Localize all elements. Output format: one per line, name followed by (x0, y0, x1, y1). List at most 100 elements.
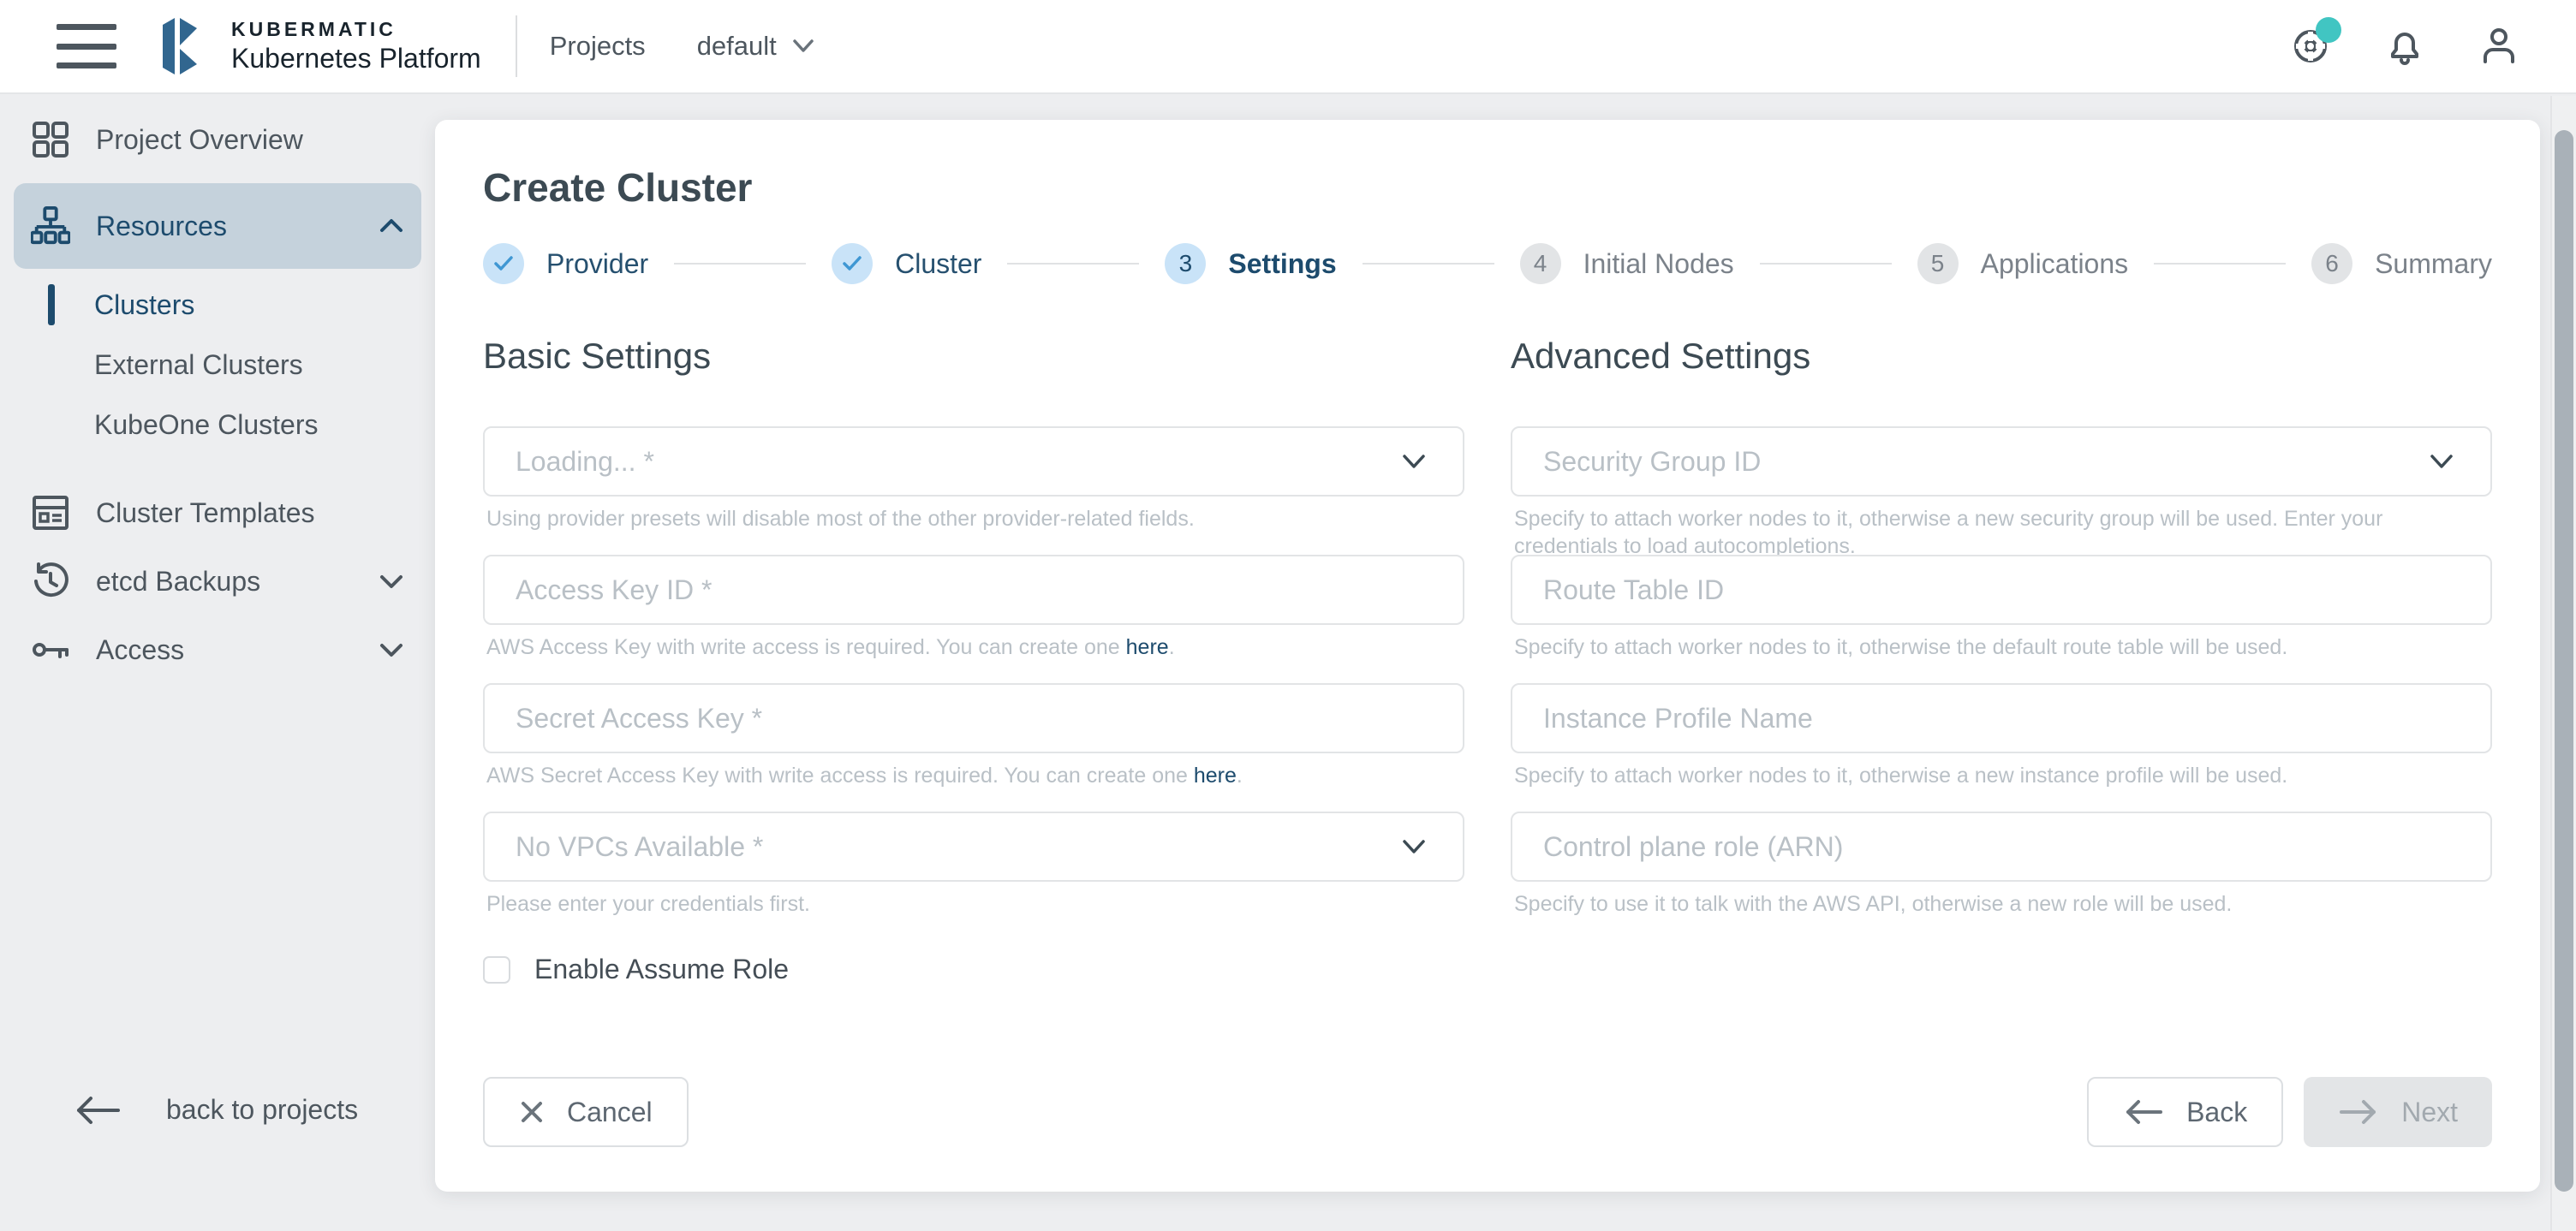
close-icon (519, 1099, 545, 1125)
brand-line-1: KUBERMATIC (231, 19, 481, 40)
kubermatic-logo (156, 15, 209, 78)
step-number-bubble: 3 (1165, 243, 1206, 284)
sidebar-item-external-clusters[interactable]: External Clusters (0, 341, 435, 389)
instance-profile-name-field[interactable] (1511, 683, 2492, 753)
chevron-down-icon (2429, 453, 2454, 470)
back-button[interactable]: Back (2087, 1077, 2283, 1147)
step-cluster[interactable]: Cluster (832, 243, 981, 284)
advanced-settings-column: Specify to attach worker nodes to it, ot… (1511, 426, 2492, 985)
sidebar-item-cluster-templates[interactable]: Cluster Templates (14, 488, 421, 538)
step-number-bubble: 6 (2311, 243, 2352, 284)
sidebar-item-resources[interactable]: Resources (14, 183, 421, 269)
chevron-down-icon (1401, 453, 1427, 470)
sidebar-item-label: Project Overview (96, 124, 303, 156)
arrow-left-icon (74, 1095, 122, 1126)
next-button[interactable]: Next (2304, 1077, 2492, 1147)
access-key-id-field[interactable] (483, 555, 1464, 625)
step-applications[interactable]: 5 Applications (1917, 243, 2129, 284)
scrollbar-thumb[interactable] (2555, 130, 2573, 1192)
step-label: Summary (2375, 248, 2492, 280)
menu-icon[interactable] (57, 24, 116, 68)
hint-text: AWS Secret Access Key with write access … (486, 764, 1194, 788)
wizard-stepper: Provider Cluster 3 Settings 4 Initial No… (483, 243, 2492, 284)
vpc-input[interactable] (485, 813, 1463, 880)
step-label: Settings (1228, 248, 1336, 280)
notifications-bell-icon[interactable] (2384, 26, 2425, 67)
step-settings[interactable]: 3 Settings (1165, 243, 1336, 284)
enable-assume-role-row[interactable]: Enable Assume Role (483, 954, 1464, 985)
step-connector (1007, 263, 1139, 265)
hint-text: . (1237, 764, 1243, 788)
secret-key-hint: AWS Secret Access Key with write access … (483, 762, 1464, 789)
instance-profile-name-input[interactable] (1512, 685, 2490, 752)
step-initial-nodes[interactable]: 4 Initial Nodes (1520, 243, 1734, 284)
secret-access-key-field[interactable] (483, 683, 1464, 753)
control-plane-role-input[interactable] (1512, 813, 2490, 880)
enable-assume-role-checkbox[interactable] (483, 956, 510, 984)
chevron-down-icon (792, 39, 814, 54)
step-check-bubble (483, 243, 524, 284)
cancel-button[interactable]: Cancel (483, 1077, 689, 1147)
route-table-id-field[interactable] (1511, 555, 2492, 625)
chevron-up-icon (379, 217, 404, 235)
advanced-settings-heading: Advanced Settings (1511, 336, 2492, 377)
enable-assume-role-label: Enable Assume Role (534, 954, 789, 985)
instance-profile-hint: Specify to attach worker nodes to it, ot… (1511, 762, 2492, 789)
step-label: Provider (546, 248, 648, 280)
vpc-select[interactable] (483, 812, 1464, 882)
create-secret-key-link[interactable]: here (1194, 764, 1237, 788)
preset-hint: Using provider presets will disable most… (483, 505, 1464, 532)
check-icon (842, 255, 862, 272)
access-key-hint: AWS Access Key with write access is requ… (483, 633, 1464, 661)
step-connector (1760, 263, 1892, 265)
security-group-id-select[interactable] (1511, 426, 2492, 497)
step-connector (1363, 263, 1494, 265)
step-provider[interactable]: Provider (483, 243, 648, 284)
sidebar-item-access[interactable]: Access (14, 625, 421, 675)
sidebar: Project Overview Resources Clusters Exte… (0, 96, 435, 1231)
provider-preset-select[interactable] (483, 426, 1464, 497)
sidebar-item-kubeone-clusters[interactable]: KubeOne Clusters (0, 401, 435, 449)
arrow-right-icon (2338, 1098, 2379, 1126)
sidebar-item-clusters[interactable]: Clusters (0, 281, 435, 329)
control-plane-role-field[interactable] (1511, 812, 2492, 882)
status-badge (2316, 17, 2341, 43)
step-summary[interactable]: 6 Summary (2311, 243, 2492, 284)
template-icon (31, 493, 70, 532)
provider-preset-input[interactable] (485, 428, 1463, 495)
chevron-down-icon (379, 573, 404, 590)
active-indicator (48, 284, 55, 325)
top-bar: KUBERMATIC Kubernetes Platform Projects … (0, 0, 2576, 94)
resources-tree-icon (31, 206, 70, 246)
back-to-projects-link[interactable]: back to projects (74, 1094, 358, 1126)
basic-settings-column: Using provider presets will disable most… (483, 426, 1464, 985)
sidebar-item-etcd-backups[interactable]: etcd Backups (14, 556, 421, 606)
create-cluster-card: Create Cluster Provider Cluster 3 Settin… (435, 120, 2540, 1192)
step-number-bubble: 4 (1520, 243, 1561, 284)
history-icon (31, 562, 70, 601)
project-selector[interactable]: default (697, 31, 814, 62)
projects-nav[interactable]: Projects (550, 31, 646, 62)
step-label: Applications (1981, 248, 2129, 280)
step-connector (2154, 263, 2286, 265)
page-title: Create Cluster (483, 164, 2492, 211)
support-wheel-icon[interactable] (2290, 26, 2331, 67)
step-connector (674, 263, 806, 265)
secret-access-key-input[interactable] (485, 685, 1463, 752)
sidebar-item-project-overview[interactable]: Project Overview (14, 115, 421, 164)
scrollbar-track[interactable] (2550, 96, 2576, 1231)
security-group-id-input[interactable] (1512, 428, 2490, 495)
wizard-footer: Cancel Back Next (483, 1077, 2492, 1147)
brand-text: KUBERMATIC Kubernetes Platform (231, 19, 481, 74)
chevron-down-icon (1401, 838, 1427, 855)
next-label: Next (2401, 1097, 2458, 1128)
create-access-key-link[interactable]: here (1126, 635, 1169, 659)
topbar-divider (516, 15, 517, 77)
user-account-icon[interactable] (2478, 26, 2519, 67)
route-table-id-input[interactable] (1512, 556, 2490, 623)
route-table-hint: Specify to attach worker nodes to it, ot… (1511, 633, 2492, 661)
cancel-label: Cancel (567, 1097, 653, 1128)
hint-text: AWS Access Key with write access is requ… (486, 635, 1126, 659)
access-key-id-input[interactable] (485, 556, 1463, 623)
chevron-down-icon (379, 641, 404, 658)
